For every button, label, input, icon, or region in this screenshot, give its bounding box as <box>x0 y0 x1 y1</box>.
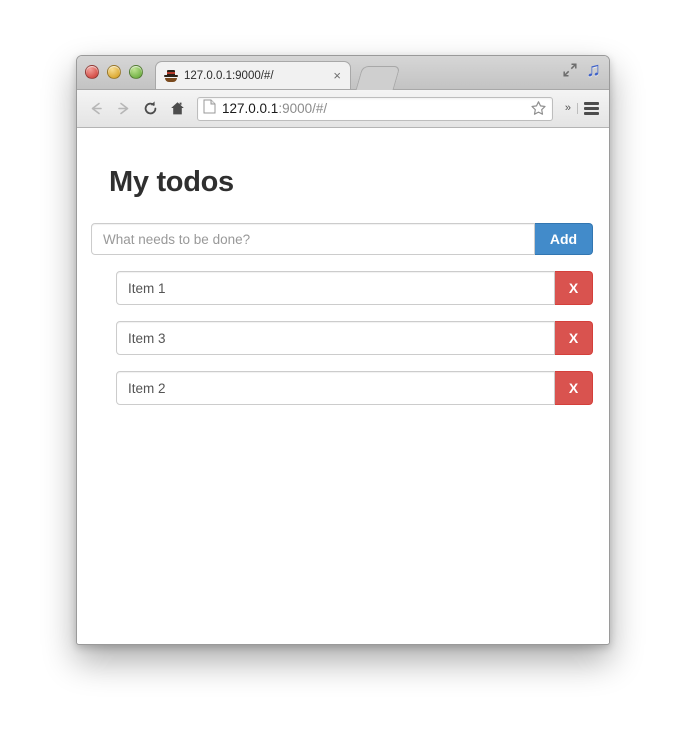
todo-text-input[interactable] <box>116 371 555 405</box>
new-todo-input[interactable] <box>91 223 535 255</box>
home-icon[interactable] <box>166 98 188 120</box>
tab-close-icon[interactable]: × <box>330 69 344 82</box>
todo-text-input[interactable] <box>116 321 555 355</box>
hat-mustache-icon <box>164 69 178 83</box>
bookmark-star-icon[interactable] <box>530 100 547 117</box>
delete-todo-button[interactable]: X <box>555 271 593 305</box>
delete-todo-button[interactable]: X <box>555 321 593 355</box>
address-bar[interactable]: 127.0.0.1:9000/#/ <box>197 96 553 121</box>
window-maximize-button[interactable] <box>129 65 143 79</box>
expand-arrows-icon[interactable] <box>562 62 578 78</box>
reload-icon[interactable] <box>139 98 161 120</box>
window-traffic-lights <box>85 65 143 79</box>
address-bar-text: 127.0.0.1:9000/#/ <box>222 101 530 116</box>
page-title: My todos <box>109 166 234 198</box>
browser-toolbar: 127.0.0.1:9000/#/ » <box>77 90 609 128</box>
todo-item: X <box>116 371 593 405</box>
tab-title: 127.0.0.1:9000/#/ <box>184 69 274 82</box>
todo-item: X <box>116 321 593 355</box>
browser-tab[interactable]: 127.0.0.1:9000/#/ × <box>155 61 351 89</box>
url-host: 127.0.0.1 <box>222 101 279 116</box>
add-todo-row: Add <box>91 223 593 255</box>
forward-arrow-icon[interactable] <box>112 98 134 120</box>
browser-window: 127.0.0.1:9000/#/ × ♫ 127.0.0.1:9000/#/ … <box>76 55 610 645</box>
url-path: :9000/#/ <box>278 101 328 116</box>
page-content: My todos Add X X X <box>77 128 609 643</box>
hamburger-menu-icon[interactable] <box>584 102 599 115</box>
new-tab-button[interactable] <box>355 66 401 90</box>
delete-todo-button[interactable]: X <box>555 371 593 405</box>
toolbar-overflow-button[interactable]: » <box>559 103 578 114</box>
page-document-icon <box>203 99 216 119</box>
window-minimize-button[interactable] <box>107 65 121 79</box>
todo-list: X X X <box>77 271 609 405</box>
window-controls: ♫ <box>562 60 601 80</box>
tab-strip: 127.0.0.1:9000/#/ × ♫ <box>77 56 609 90</box>
add-todo-button[interactable]: Add <box>535 223 593 255</box>
window-close-button[interactable] <box>85 65 99 79</box>
music-note-icon[interactable]: ♫ <box>586 60 601 80</box>
back-arrow-icon[interactable] <box>85 98 107 120</box>
todo-text-input[interactable] <box>116 271 555 305</box>
desktop-background: 127.0.0.1:9000/#/ × ♫ 127.0.0.1:9000/#/ … <box>0 0 690 736</box>
todo-item: X <box>116 271 593 305</box>
